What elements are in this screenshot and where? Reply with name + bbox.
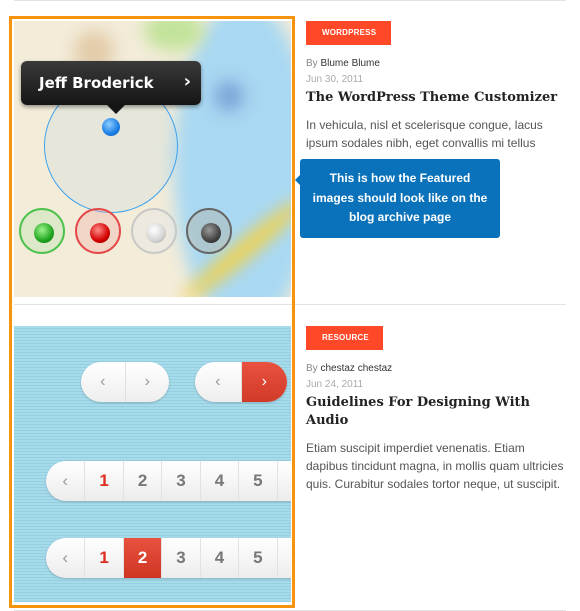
callout-name: Jeff Broderick (39, 74, 154, 92)
page-cell (278, 461, 291, 501)
map-callout: Jeff Broderick › (21, 61, 201, 114)
annotation-tooltip: This is how the Featured images should l… (295, 159, 500, 238)
chevron-right-icon: › (124, 362, 170, 402)
page-cell (278, 538, 291, 578)
post-title[interactable]: Guidelines For Designing With Audio (306, 394, 568, 430)
red-pin-icon (75, 208, 121, 254)
page-number: 4 (201, 461, 240, 501)
page-number: 4 (201, 538, 240, 578)
author-link[interactable]: chestaz chestaz (320, 363, 392, 374)
post-2: RESOURCE By chestaz chestaz Jun 24, 2011… (306, 326, 568, 493)
divider-middle (14, 304, 566, 305)
page-number: 5 (239, 538, 278, 578)
page-number: 3 (162, 461, 201, 501)
byline: By Blume Blume (306, 57, 568, 70)
page-number: 1 (85, 461, 124, 501)
chevron-left-icon: ‹ (215, 373, 221, 390)
post-2-featured-image[interactable]: ‹ › ‹ › ‹ 1 2 3 4 5 ‹ 1 2 3 4 5 (14, 326, 291, 602)
dark-pin-icon (186, 208, 232, 254)
byline: By chestaz chestaz (306, 362, 568, 375)
chevron-right-icon: › (240, 362, 287, 402)
pagination-sample-1: ‹ 1 2 3 4 5 (46, 461, 291, 501)
post-excerpt: In vehicula, nisl et scelerisque congue,… (306, 118, 543, 150)
category-badge[interactable]: RESOURCE (306, 326, 383, 350)
white-pin-icon (131, 208, 177, 254)
post-excerpt: Etiam suscipit imperdiet venenatis. Etia… (306, 441, 564, 491)
chevron-left-icon: ‹ (46, 538, 86, 578)
prev-next-pill: ‹ › (81, 362, 169, 402)
prev-next-pill-active: ‹ › (195, 362, 287, 402)
page-number: 2 (124, 461, 163, 501)
author-link[interactable]: Blume Blume (320, 58, 379, 69)
post-date: Jun 24, 2011 (306, 379, 364, 390)
page-number: 1 (85, 538, 124, 578)
by-label: By (306, 363, 318, 374)
chevron-left-icon: ‹ (100, 373, 106, 390)
pagination-sample-2: ‹ 1 2 3 4 5 (46, 538, 291, 578)
tooltip-text: This is how the Featured images should l… (312, 171, 488, 225)
map-marker-blur (214, 81, 244, 111)
location-dot-icon (102, 118, 120, 136)
green-pin-icon (19, 208, 65, 254)
page-number-selected: 2 (123, 538, 163, 578)
page-number: 3 (162, 538, 201, 578)
post-1: WORDPRESS By Blume Blume Jun 30, 2011 Th… (306, 21, 568, 152)
post-title[interactable]: The WordPress Theme Customizer (306, 89, 568, 107)
post-1-featured-image[interactable]: Jeff Broderick › (14, 21, 291, 297)
chevron-left-icon: ‹ (46, 461, 86, 501)
divider-top (14, 0, 566, 1)
post-date: Jun 30, 2011 (306, 74, 364, 85)
page-number: 5 (239, 461, 278, 501)
chevron-right-icon: › (183, 71, 191, 92)
by-label: By (306, 58, 318, 69)
category-badge[interactable]: WORDPRESS (306, 21, 391, 45)
